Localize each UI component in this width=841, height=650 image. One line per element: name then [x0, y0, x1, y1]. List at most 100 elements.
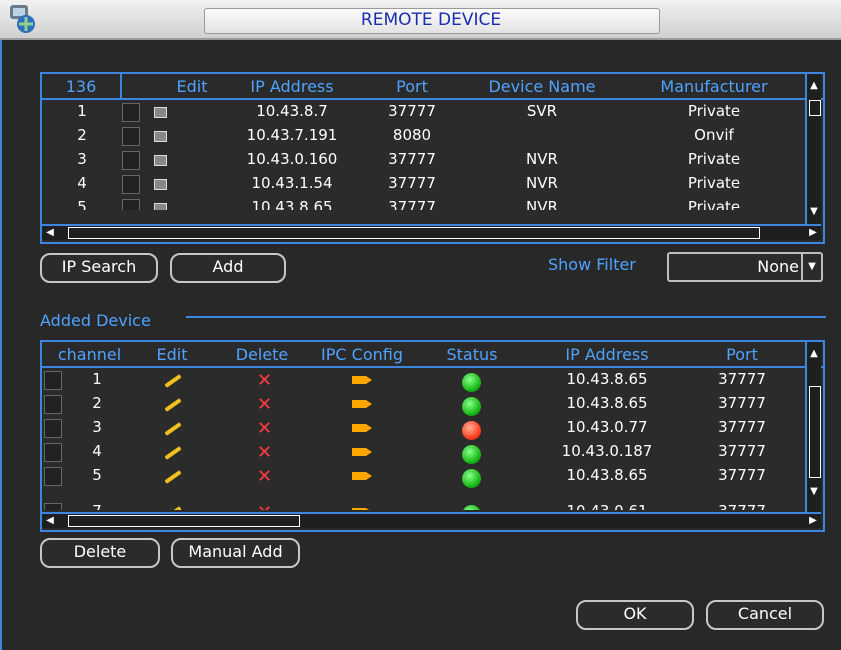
scroll-thumb[interactable]	[809, 100, 821, 116]
status-online-icon	[462, 505, 481, 510]
row-checkbox[interactable]	[44, 395, 62, 414]
table-row[interactable]: 1 ✕ 10.43.8.65 37777	[42, 368, 802, 392]
row-checkbox[interactable]	[122, 103, 140, 122]
delete-icon[interactable]: ✕	[257, 394, 272, 415]
table-row[interactable]: 4 ✕ 10.43.0.187 37777	[42, 440, 802, 464]
row-ip: 10.43.8.65	[566, 394, 648, 412]
edit-icon[interactable]	[164, 446, 182, 460]
chevron-down-icon[interactable]: ▼	[801, 254, 821, 280]
scroll-up-icon[interactable]: ▲	[807, 348, 821, 360]
col-manufacturer: Manufacturer	[660, 77, 768, 96]
row-port: 37777	[692, 502, 792, 510]
edit-icon[interactable]	[154, 131, 167, 142]
row-port: 37777	[718, 394, 766, 412]
edit-icon[interactable]	[164, 422, 182, 436]
ipc-config-icon[interactable]	[352, 448, 372, 456]
filter-select[interactable]: None ▼	[667, 252, 823, 282]
table-row[interactable]: 5 ✕ 10.43.8.65 37777	[42, 464, 802, 488]
row-number: 4	[77, 174, 87, 192]
row-checkbox[interactable]	[44, 443, 62, 462]
row-ip: 10.43.0.77	[566, 418, 648, 436]
row-channel: 1	[92, 370, 102, 388]
delete-icon[interactable]: ✕	[257, 442, 272, 463]
edit-icon[interactable]	[154, 155, 167, 166]
added-table-header: channel Edit Delete IPC Config Status IP…	[42, 342, 823, 368]
scroll-down-icon[interactable]: ▼	[807, 206, 821, 218]
table-row[interactable]: 3 10.43.0.160 37777 NVR Private	[42, 148, 802, 171]
edit-icon[interactable]	[164, 470, 182, 484]
row-checkbox[interactable]	[122, 151, 140, 170]
delete-button[interactable]: Delete	[40, 538, 160, 568]
delete-icon[interactable]: ✕	[257, 466, 272, 487]
edit-icon[interactable]	[154, 203, 167, 210]
row-channel: 7	[82, 502, 112, 510]
ok-button[interactable]: OK	[576, 600, 694, 630]
delete-icon[interactable]: ✕	[257, 418, 272, 439]
row-port: 37777	[388, 198, 436, 210]
left-edge-line	[0, 40, 2, 650]
row-port: 37777	[718, 442, 766, 460]
status-online-icon	[462, 445, 481, 464]
add-button[interactable]: Add	[170, 253, 286, 283]
col-ip-address: IP Address	[250, 77, 334, 96]
col-delete: Delete	[235, 345, 289, 364]
col-port: Port	[726, 345, 758, 364]
table-row[interactable]: 2 10.43.7.191 8080 Onvif	[42, 124, 802, 147]
row-port: 37777	[388, 150, 436, 168]
row-port: 8080	[392, 126, 432, 144]
delete-icon[interactable]: ✕	[257, 370, 272, 391]
edit-icon[interactable]	[164, 398, 182, 412]
scroll-right-icon[interactable]: ▶	[805, 515, 821, 527]
ip-search-button[interactable]: IP Search	[40, 253, 158, 283]
ipc-config-icon[interactable]	[352, 424, 372, 432]
row-manufacturer: Private	[687, 150, 741, 168]
section-divider	[186, 316, 826, 318]
table-row[interactable]: 7 ✕ 10.43.0.61 37777	[42, 488, 802, 510]
scroll-thumb[interactable]	[809, 386, 821, 478]
scroll-left-icon[interactable]: ◀	[42, 515, 58, 527]
row-ip: 10.43.7.191	[246, 126, 338, 144]
edit-icon[interactable]	[164, 374, 182, 388]
search-table-header: 136 Edit IP Address Port Device Name Man…	[42, 74, 823, 100]
edit-icon[interactable]	[164, 506, 182, 510]
table-row[interactable]: 2 ✕ 10.43.8.65 37777	[42, 392, 802, 416]
ipc-config-icon[interactable]	[352, 376, 372, 384]
row-manufacturer: Private	[687, 198, 741, 210]
table-row[interactable]: 3 ✕ 10.43.0.77 37777	[42, 416, 802, 440]
filter-value: None	[757, 257, 799, 276]
ipc-config-icon[interactable]	[352, 400, 372, 408]
scroll-down-icon[interactable]: ▼	[807, 486, 821, 498]
horizontal-scrollbar[interactable]: ◀ ▶	[42, 224, 821, 240]
row-channel: 4	[92, 442, 102, 460]
scroll-thumb[interactable]	[68, 515, 300, 527]
row-device-name: NVR	[526, 150, 558, 168]
scroll-thumb[interactable]	[68, 227, 760, 239]
delete-icon[interactable]: ✕	[257, 502, 272, 510]
row-checkbox[interactable]	[44, 371, 62, 390]
scroll-right-icon[interactable]: ▶	[805, 227, 821, 239]
vertical-scrollbar[interactable]: ▲ ▼	[805, 342, 821, 512]
ipc-config-icon[interactable]	[352, 472, 372, 480]
edit-icon[interactable]	[154, 179, 167, 190]
row-checkbox[interactable]	[44, 419, 62, 438]
manual-add-button[interactable]: Manual Add	[171, 538, 300, 568]
row-number: 1	[77, 102, 87, 120]
table-row[interactable]: 4 10.43.1.54 37777 NVR Private	[42, 172, 802, 195]
row-checkbox[interactable]	[122, 199, 140, 210]
table-row[interactable]: 1 10.43.8.7 37777 SVR Private	[42, 100, 802, 123]
cancel-button[interactable]: Cancel	[706, 600, 824, 630]
vertical-scrollbar[interactable]: ▲ ▼	[805, 74, 821, 224]
row-ip: 10.43.8.65	[566, 466, 648, 484]
horizontal-scrollbar[interactable]: ◀ ▶	[42, 512, 821, 528]
ipc-config-icon[interactable]	[352, 508, 372, 510]
col-edit: Edit	[176, 77, 208, 96]
row-checkbox[interactable]	[122, 175, 140, 194]
scroll-left-icon[interactable]: ◀	[42, 227, 58, 239]
table-row[interactable]: 5 10.43.8.65 37777 NVR Private	[42, 196, 802, 210]
row-ip: 10.43.8.65	[566, 370, 648, 388]
scroll-up-icon[interactable]: ▲	[807, 80, 821, 92]
row-checkbox[interactable]	[44, 503, 62, 510]
row-checkbox[interactable]	[122, 127, 140, 146]
row-checkbox[interactable]	[44, 467, 62, 486]
edit-icon[interactable]	[154, 107, 167, 118]
